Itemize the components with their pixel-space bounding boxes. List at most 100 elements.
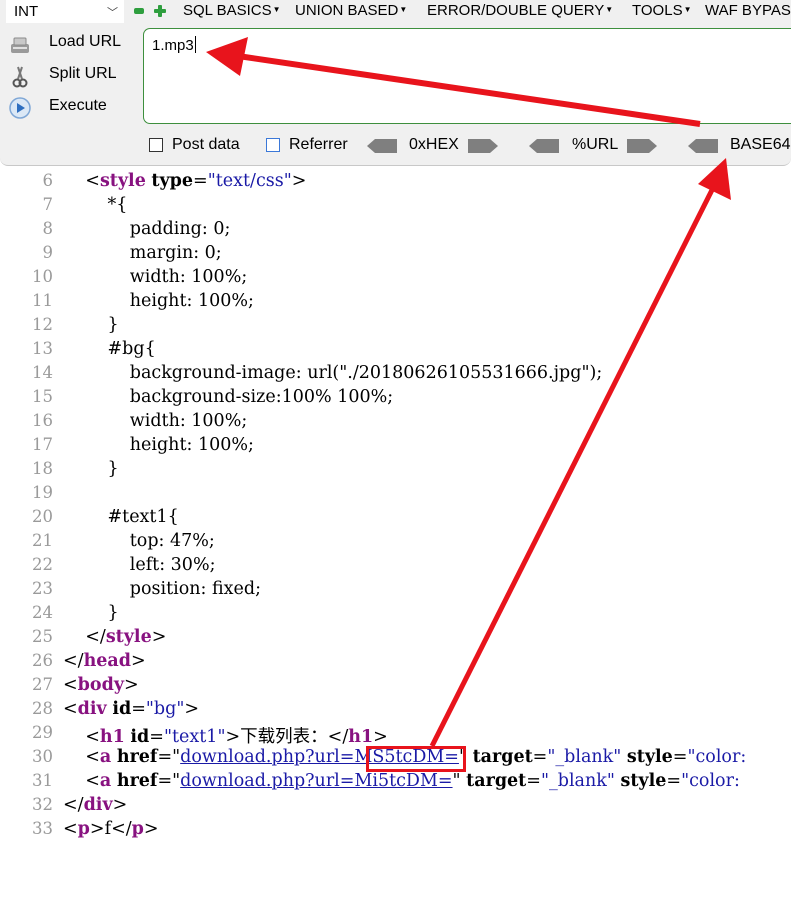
code-text: </div> — [63, 795, 128, 815]
code-text: height: 100%; — [63, 435, 254, 455]
decode-url-arrow-icon[interactable] — [529, 139, 559, 153]
checkbox-box[interactable] — [266, 138, 280, 152]
code-line: 24 } — [0, 603, 791, 627]
menu-label: SQL BASICS — [183, 2, 272, 19]
int-select[interactable]: INT ﹀ — [6, 0, 124, 23]
line-number: 12 — [32, 315, 53, 334]
code-text: height: 100%; — [63, 291, 254, 311]
checkbox-box[interactable] — [149, 138, 163, 152]
menu-label: UNION BASED — [295, 2, 399, 19]
code-text: </head> — [63, 651, 146, 671]
attr-name: target — [472, 747, 533, 767]
code-text: <p>f</p> — [63, 819, 159, 839]
code-text: *{ — [63, 195, 128, 215]
paragraph-text: f — [104, 819, 112, 839]
code-line: 17 height: 100%; — [0, 435, 791, 459]
line-number: 21 — [32, 531, 53, 550]
tag-name: div — [83, 795, 113, 815]
encode-hex-arrow-icon[interactable] — [468, 139, 498, 153]
hackbar-toolbar: INT ﹀ SQL BASICS▼ UNION BASED▼ ERROR/DOU… — [0, 0, 791, 166]
load-url-button[interactable]: Load URL — [8, 30, 121, 58]
code-text: #bg{ — [63, 339, 156, 359]
code-line: 8 padding: 0; — [0, 219, 791, 243]
code-line: 27 <body> — [0, 675, 791, 699]
download-link-2[interactable]: download.php?url=Mi5tcDM= — [180, 771, 452, 791]
line-number: 23 — [32, 579, 53, 598]
load-url-label: Load URL — [49, 33, 122, 50]
tag-name: div — [77, 699, 107, 719]
line-number: 19 — [32, 483, 53, 502]
menu-arrow-icon: ▼ — [272, 5, 281, 14]
line-number: 20 — [32, 507, 53, 526]
code-text: background-image: url("./201806261055316… — [63, 363, 603, 383]
minus-icon[interactable] — [134, 8, 144, 14]
code-text: width: 100%; — [63, 267, 248, 287]
url-input[interactable]: 1.mp3 — [143, 28, 791, 124]
code-text: } — [63, 603, 119, 623]
plus-icon[interactable] — [154, 5, 166, 17]
menu-label: ERROR/DOUBLE QUERY — [427, 2, 605, 19]
tag-name: p — [77, 819, 90, 839]
decode-base64-arrow-icon[interactable] — [688, 139, 718, 153]
menu-sql-basics[interactable]: SQL BASICS▼ — [183, 2, 281, 19]
code-line: 31 <a href="download.php?url=Mi5tcDM=" t… — [0, 771, 791, 795]
code-text: padding: 0; — [63, 219, 231, 239]
code-line: 11 height: 100%; — [0, 291, 791, 315]
line-number: 14 — [32, 363, 53, 382]
tag-name: a — [99, 771, 112, 791]
heading-text: 下载列表： — [240, 727, 328, 747]
menu-label: WAF BYPASS — [705, 2, 791, 19]
line-number: 15 — [32, 387, 53, 406]
code-text: } — [63, 459, 119, 479]
post-data-checkbox[interactable]: Post data — [149, 136, 240, 154]
split-url-button[interactable]: Split URL — [8, 62, 117, 90]
menu-error-double-query[interactable]: ERROR/DOUBLE QUERY▼ — [427, 2, 613, 19]
code-text: position: fixed; — [63, 579, 261, 599]
code-line: 33 <p>f</p> — [0, 819, 791, 843]
code-text: </style> — [63, 627, 167, 647]
menu-tools[interactable]: TOOLS▼ — [632, 2, 692, 19]
tag-name: h1 — [99, 727, 125, 747]
tag-name: h1 — [348, 727, 374, 747]
menu-waf-bypass[interactable]: WAF BYPASS — [705, 2, 791, 19]
code-line: 12 } — [0, 315, 791, 339]
text-caret — [194, 36, 196, 53]
code-line: 18 } — [0, 459, 791, 483]
attr-value: "color: — [687, 747, 747, 767]
code-text: } — [63, 315, 119, 335]
attr-value: "_blank" — [547, 747, 622, 767]
line-number: 11 — [32, 291, 53, 310]
code-text: #text1{ — [63, 507, 179, 527]
line-number: 13 — [32, 339, 53, 358]
menu-union-based[interactable]: UNION BASED▼ — [295, 2, 407, 19]
attr-value: "_blank" — [540, 771, 615, 791]
attr-value: "bg" — [145, 699, 185, 719]
attr-name: style — [626, 747, 673, 767]
attr-name: id — [112, 699, 132, 719]
referrer-checkbox[interactable]: Referrer — [266, 136, 348, 154]
code-text: top: 47%; — [63, 531, 215, 551]
line-number: 8 — [42, 219, 54, 238]
load-url-icon — [11, 37, 29, 53]
decode-hex-arrow-icon[interactable] — [367, 139, 397, 153]
code-text: left: 30%; — [63, 555, 216, 575]
code-line: 22 left: 30%; — [0, 555, 791, 579]
code-line: 19 — [0, 483, 791, 507]
line-number: 22 — [32, 555, 53, 574]
menu-label: TOOLS — [632, 2, 683, 19]
code-line: 32 </div> — [0, 795, 791, 819]
code-text: width: 100%; — [63, 411, 248, 431]
encode-url-arrow-icon[interactable] — [627, 139, 657, 153]
attr-name: target — [466, 771, 527, 791]
code-text: <a href="download.php?url=Mi5tcDM=" targ… — [63, 771, 740, 791]
line-number: 26 — [32, 651, 53, 670]
code-line: 20 #text1{ — [0, 507, 791, 531]
line-number: 33 — [32, 819, 53, 838]
line-number: 28 — [32, 699, 53, 718]
execute-button[interactable]: Execute — [8, 94, 107, 122]
code-line: 10 width: 100%; — [0, 267, 791, 291]
code-line: 13 #bg{ — [0, 339, 791, 363]
chevron-down-icon: ﹀ — [107, 6, 118, 19]
line-number: 6 — [42, 171, 54, 190]
menu-arrow-icon: ▼ — [683, 5, 692, 14]
